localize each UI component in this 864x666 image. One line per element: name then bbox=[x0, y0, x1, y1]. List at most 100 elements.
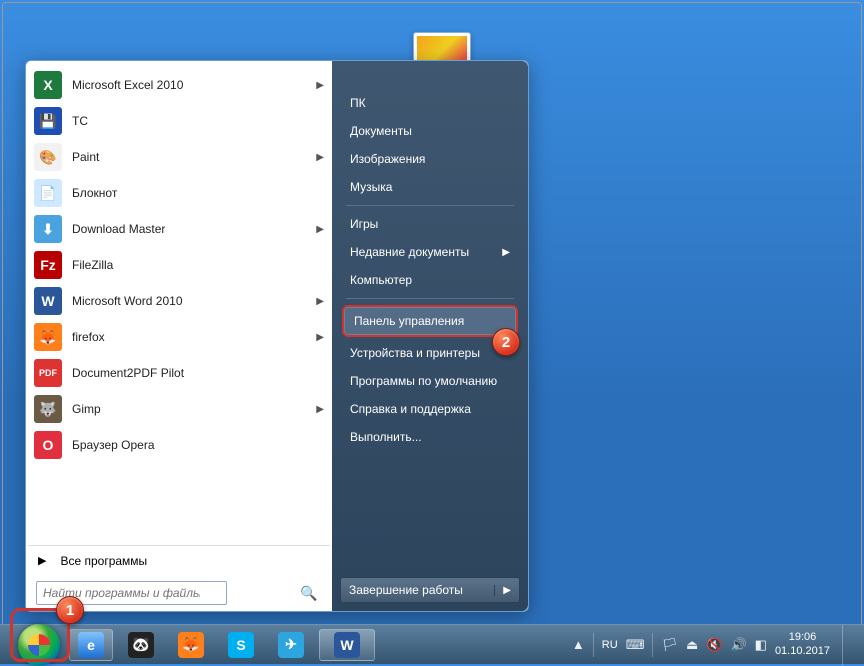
places-item-label: Недавние документы bbox=[350, 245, 469, 259]
program-label: Gimp bbox=[72, 402, 101, 416]
places-item-label: Устройства и принтеры bbox=[350, 346, 480, 360]
program-label: Document2PDF Pilot bbox=[72, 366, 184, 380]
program-label: Download Master bbox=[72, 222, 165, 236]
all-programs-arrow-icon: ▶ bbox=[38, 554, 46, 567]
program-label: firefox bbox=[72, 330, 105, 344]
program-label: Microsoft Word 2010 bbox=[72, 294, 183, 308]
action-center-icon[interactable]: 🏳 bbox=[661, 637, 678, 653]
places-item[interactable]: Изображения bbox=[340, 145, 520, 173]
telegram-icon: ✈ bbox=[278, 632, 304, 658]
program-label: FileZilla bbox=[72, 258, 113, 272]
places-item-label: Игры bbox=[350, 217, 378, 231]
places-item-label: ПК bbox=[350, 96, 366, 110]
places-item-label: Музыка bbox=[350, 180, 392, 194]
program-icon: 🐺 bbox=[34, 395, 62, 423]
program-label: Браузер Opera bbox=[72, 438, 155, 452]
places-item[interactable]: ПК bbox=[340, 89, 520, 117]
program-item[interactable]: 💾 TC bbox=[28, 103, 330, 139]
program-icon: W bbox=[34, 287, 62, 315]
program-icon: 🦊 bbox=[34, 323, 62, 351]
places-item-label: Выполнить... bbox=[350, 430, 422, 444]
program-label: Блокнот bbox=[72, 186, 117, 200]
program-icon: PDF bbox=[34, 359, 62, 387]
places-item[interactable]: Панель управления bbox=[342, 305, 518, 337]
language-indicator[interactable]: RU bbox=[602, 639, 618, 651]
program-icon: Fz bbox=[34, 251, 62, 279]
submenu-arrow-icon: ▶ bbox=[316, 224, 324, 235]
places-item[interactable]: Недавние документы ▶ bbox=[340, 238, 520, 266]
volume-icon[interactable]: 🔊 bbox=[730, 637, 746, 653]
ie-icon: e bbox=[78, 632, 104, 658]
submenu-arrow-icon: ▶ bbox=[316, 152, 324, 163]
tray-chevron-up-icon[interactable]: ▲ bbox=[572, 637, 585, 652]
taskbar-firefox-button[interactable]: 🦊 bbox=[169, 629, 213, 661]
program-item[interactable]: W Microsoft Word 2010 ▶ bbox=[28, 283, 330, 319]
annotation-marker-1: 1 bbox=[56, 596, 84, 624]
program-item[interactable]: Fz FileZilla bbox=[28, 247, 330, 283]
shutdown-label: Завершение работы bbox=[349, 583, 463, 597]
places-item[interactable]: Музыка bbox=[340, 173, 520, 201]
places-item-label: Изображения bbox=[350, 152, 425, 166]
all-programs-label: Все программы bbox=[60, 554, 147, 568]
program-label: Microsoft Excel 2010 bbox=[72, 78, 183, 92]
start-menu: X Microsoft Excel 2010 ▶💾 TC 🎨 Paint ▶📄 … bbox=[25, 60, 529, 612]
submenu-arrow-icon: ▶ bbox=[316, 332, 324, 343]
program-icon: O bbox=[34, 431, 62, 459]
program-item[interactable]: O Браузер Opera bbox=[28, 427, 330, 463]
menu-separator bbox=[346, 298, 514, 299]
taskbar-ie-button[interactable]: e bbox=[69, 629, 113, 661]
places-item-label: Документы bbox=[350, 124, 412, 138]
taskbar-telegram-button[interactable]: ✈ bbox=[269, 629, 313, 661]
taskbar-word-button[interactable]: W bbox=[319, 629, 375, 661]
skype-icon: S bbox=[228, 632, 254, 658]
submenu-arrow-icon: ▶ bbox=[316, 296, 324, 307]
menu-separator bbox=[346, 205, 514, 206]
program-item[interactable]: X Microsoft Excel 2010 ▶ bbox=[28, 67, 330, 103]
firefox-icon: 🦊 bbox=[178, 632, 204, 658]
program-icon: ⬇ bbox=[34, 215, 62, 243]
submenu-arrow-icon: ▶ bbox=[502, 247, 510, 258]
annotation-marker-2: 2 bbox=[492, 328, 520, 356]
program-icon: 📄 bbox=[34, 179, 62, 207]
search-icon[interactable]: 🔍 bbox=[300, 585, 318, 603]
program-icon: 💾 bbox=[34, 107, 62, 135]
program-item[interactable]: 🦊 firefox ▶ bbox=[28, 319, 330, 355]
program-label: Paint bbox=[72, 150, 99, 164]
tray-app-icon[interactable]: ◧ bbox=[755, 637, 767, 653]
show-desktop-button[interactable] bbox=[842, 625, 852, 665]
keyboard-icon[interactable]: ⌨ bbox=[626, 637, 645, 653]
start-menu-left-pane: X Microsoft Excel 2010 ▶💾 TC 🎨 Paint ▶📄 … bbox=[26, 61, 332, 611]
places-item-label: Справка и поддержка bbox=[350, 402, 471, 416]
all-programs[interactable]: ▶ Все программы bbox=[28, 545, 330, 575]
program-item[interactable]: 📄 Блокнот bbox=[28, 175, 330, 211]
shutdown-button[interactable]: Завершение работы ▶ bbox=[340, 577, 520, 603]
shutdown-options-arrow-icon[interactable]: ▶ bbox=[494, 585, 511, 596]
program-item[interactable]: ⬇ Download Master ▶ bbox=[28, 211, 330, 247]
places-item[interactable]: Игры bbox=[340, 210, 520, 238]
taskbar: e 🐼 🦊 S ✈ W ▲ RU ⌨ 🏳 ⏏ 🔇 🔊 ◧ 19:06 01.10.2017 bbox=[0, 624, 864, 664]
submenu-arrow-icon: ▶ bbox=[316, 404, 324, 415]
places-item[interactable]: Программы по умолчанию bbox=[340, 367, 520, 395]
clock[interactable]: 19:06 01.10.2017 bbox=[775, 631, 830, 657]
places-item[interactable]: Документы bbox=[340, 117, 520, 145]
program-label: TC bbox=[72, 114, 88, 128]
system-tray: ▲ RU ⌨ 🏳 ⏏ 🔇 🔊 ◧ 19:06 01.10.2017 bbox=[572, 625, 858, 665]
places-item[interactable]: Компьютер bbox=[340, 266, 520, 294]
places-item-label: Программы по умолчанию bbox=[350, 374, 497, 388]
program-item[interactable]: PDF Document2PDF Pilot bbox=[28, 355, 330, 391]
places-item-label: Панель управления bbox=[354, 314, 464, 328]
taskbar-skype-button[interactable]: S bbox=[219, 629, 263, 661]
program-icon: 🎨 bbox=[34, 143, 62, 171]
places-item[interactable]: Справка и поддержка bbox=[340, 395, 520, 423]
usb-icon[interactable]: ⏏ bbox=[686, 637, 698, 653]
program-icon: X bbox=[34, 71, 62, 99]
taskbar-panda-button[interactable]: 🐼 bbox=[119, 629, 163, 661]
network-icon[interactable]: 🔇 bbox=[706, 637, 722, 653]
program-item[interactable]: 🎨 Paint ▶ bbox=[28, 139, 330, 175]
places-item-label: Компьютер bbox=[350, 273, 412, 287]
places-item[interactable]: Выполнить... bbox=[340, 423, 520, 451]
program-item[interactable]: 🐺 Gimp ▶ bbox=[28, 391, 330, 427]
word-icon: W bbox=[334, 632, 360, 658]
submenu-arrow-icon: ▶ bbox=[316, 80, 324, 91]
panda-icon: 🐼 bbox=[128, 632, 154, 658]
